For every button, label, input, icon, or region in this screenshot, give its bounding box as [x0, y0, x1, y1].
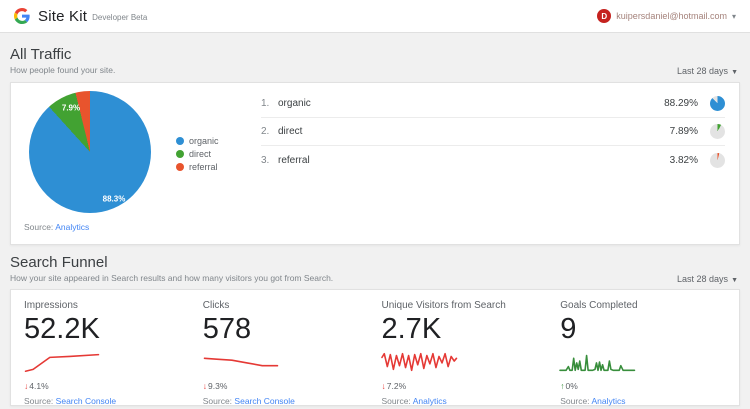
metric-label: Unique Visitors from Search: [381, 300, 506, 311]
row-percent: 7.89%: [669, 126, 698, 137]
all-traffic-header: All Traffic How people found your site. …: [10, 46, 740, 76]
analytics-link[interactable]: Analytics: [591, 396, 625, 406]
source-prefix: Source:: [24, 396, 54, 406]
search-console-link[interactable]: Search Console: [56, 396, 116, 406]
app-header: Site Kit Developer Beta D kuipersdaniel@…: [0, 0, 750, 33]
legend-item-direct: direct: [176, 149, 219, 159]
clicks-sparkline: [203, 350, 279, 374]
metric-source-line: Source: Search Console: [24, 396, 191, 406]
row-mini-pie-icon: [710, 152, 725, 168]
date-range-label: Last 28 days: [677, 66, 729, 76]
impressions-sparkline: [24, 350, 100, 374]
change-indicator: ↓7.2%: [382, 381, 549, 391]
site-kit-brand: Site Kit Developer Beta: [14, 8, 147, 25]
row-rank: 3.: [261, 154, 270, 166]
metric-goals-completed: Goals Completed 9 ↑0% Source: Analytics: [560, 300, 739, 406]
row-label: direct: [278, 126, 303, 137]
goals-sparkline: [560, 350, 636, 374]
metric-source-line: Source: Search Console: [203, 396, 370, 406]
metric-value: 578: [202, 313, 252, 345]
change-value: 7.2%: [386, 381, 407, 391]
analytics-link[interactable]: Analytics: [413, 396, 447, 406]
traffic-source-line: Source: Analytics: [24, 222, 89, 232]
search-funnel-subtitle: How your site appeared in Search results…: [10, 273, 334, 283]
metric-value: 2.7K: [381, 313, 442, 345]
row-percent: 3.82%: [669, 154, 698, 166]
legend-dot-referral: [176, 163, 184, 171]
dropdown-arrow-icon: ▼: [731, 69, 738, 76]
table-row-referral: 3. referral 3.82%: [261, 146, 725, 174]
source-prefix: Source:: [24, 222, 54, 232]
row-percent: 88.29%: [664, 98, 698, 109]
beta-badge: Developer Beta: [92, 12, 148, 22]
row-mini-pie-icon: [710, 96, 725, 111]
metric-label: Impressions: [24, 300, 78, 311]
date-range-selector[interactable]: Last 28 days ▼: [677, 66, 738, 76]
metric-label: Goals Completed: [560, 300, 638, 311]
search-funnel-title: Search Funnel: [10, 254, 108, 271]
all-traffic-subtitle: How people found your site.: [10, 65, 116, 75]
change-arrow-icon: ↓: [202, 381, 207, 391]
row-rank: 1.: [261, 98, 270, 109]
pie-slice-label-organic: 88.3%: [102, 194, 126, 204]
metric-label: Clicks: [202, 300, 230, 311]
dashboard: All Traffic How people found your site. …: [0, 46, 750, 406]
account-menu[interactable]: D kuipersdaniel@hotmail.com ▾: [597, 9, 736, 23]
unique-visitors-sparkline: [382, 350, 458, 374]
change-value: 4.1%: [29, 381, 49, 391]
change-arrow-icon: ↓: [381, 381, 386, 391]
legend-item-organic: organic: [176, 136, 219, 146]
search-funnel-header: Search Funnel How your site appeared in …: [10, 254, 740, 284]
search-funnel-card: Impressions 52.2K ↓4.1% Source: Search C…: [10, 289, 740, 406]
metric-value: 9: [560, 313, 577, 345]
legend-item-referral: referral: [176, 162, 219, 172]
chevron-down-icon: ▾: [731, 11, 736, 21]
source-prefix: Source:: [202, 396, 233, 406]
metric-source-line: Source: Analytics: [382, 396, 549, 406]
user-avatar: D: [597, 9, 612, 23]
table-row-direct: 2. direct 7.89%: [261, 118, 725, 146]
date-range-label: Last 28 days: [677, 274, 729, 284]
change-arrow-icon: ↑: [560, 381, 565, 391]
change-arrow-icon: ↓: [24, 381, 29, 391]
traffic-legend: organic direct referral: [176, 133, 219, 175]
row-rank: 2.: [261, 126, 270, 137]
date-range-selector[interactable]: Last 28 days ▼: [677, 274, 738, 284]
legend-label: direct: [189, 149, 212, 159]
row-label: organic: [278, 98, 311, 109]
all-traffic-title: All Traffic: [10, 46, 72, 63]
change-indicator: ↓9.3%: [203, 381, 370, 391]
traffic-channel-list: 1. organic 88.29% 2. direct 7.89% 3. ref…: [261, 90, 725, 174]
source-prefix: Source:: [381, 396, 411, 406]
change-value: 0%: [565, 381, 578, 391]
metric-clicks: Clicks 578 ↓9.3% Source: Search Console: [203, 300, 382, 406]
product-title: Site Kit: [38, 7, 88, 25]
metric-source-line: Source: Analytics: [560, 396, 727, 406]
row-label: referral: [278, 154, 310, 166]
change-value: 9.3%: [208, 381, 228, 391]
analytics-link[interactable]: Analytics: [55, 222, 89, 232]
legend-dot-organic: [176, 137, 184, 145]
metrics-grid: Impressions 52.2K ↓4.1% Source: Search C…: [11, 290, 739, 406]
table-row-organic: 1. organic 88.29%: [261, 90, 725, 118]
row-mini-pie-icon: [710, 124, 725, 139]
source-prefix: Source:: [560, 396, 590, 406]
metric-impressions: Impressions 52.2K ↓4.1% Source: Search C…: [24, 300, 203, 406]
account-email: kuipersdaniel@hotmail.com: [616, 11, 727, 21]
pie-slice-label-direct: 7.9%: [61, 103, 81, 113]
change-indicator: ↑0%: [560, 381, 727, 391]
change-indicator: ↓4.1%: [24, 381, 191, 391]
traffic-pie-chart: 88.3% 7.9%: [29, 91, 151, 213]
legend-dot-direct: [176, 150, 184, 158]
metric-unique-visitors: Unique Visitors from Search 2.7K ↓7.2% S…: [382, 300, 561, 406]
search-console-link[interactable]: Search Console: [234, 396, 294, 406]
metric-value: 52.2K: [24, 313, 100, 345]
google-logo-icon: [14, 8, 30, 24]
legend-label: referral: [189, 162, 218, 172]
legend-label: organic: [189, 136, 219, 146]
dropdown-arrow-icon: ▼: [731, 277, 738, 284]
all-traffic-card: 88.3% 7.9% organic direct referral Sourc…: [10, 82, 740, 245]
